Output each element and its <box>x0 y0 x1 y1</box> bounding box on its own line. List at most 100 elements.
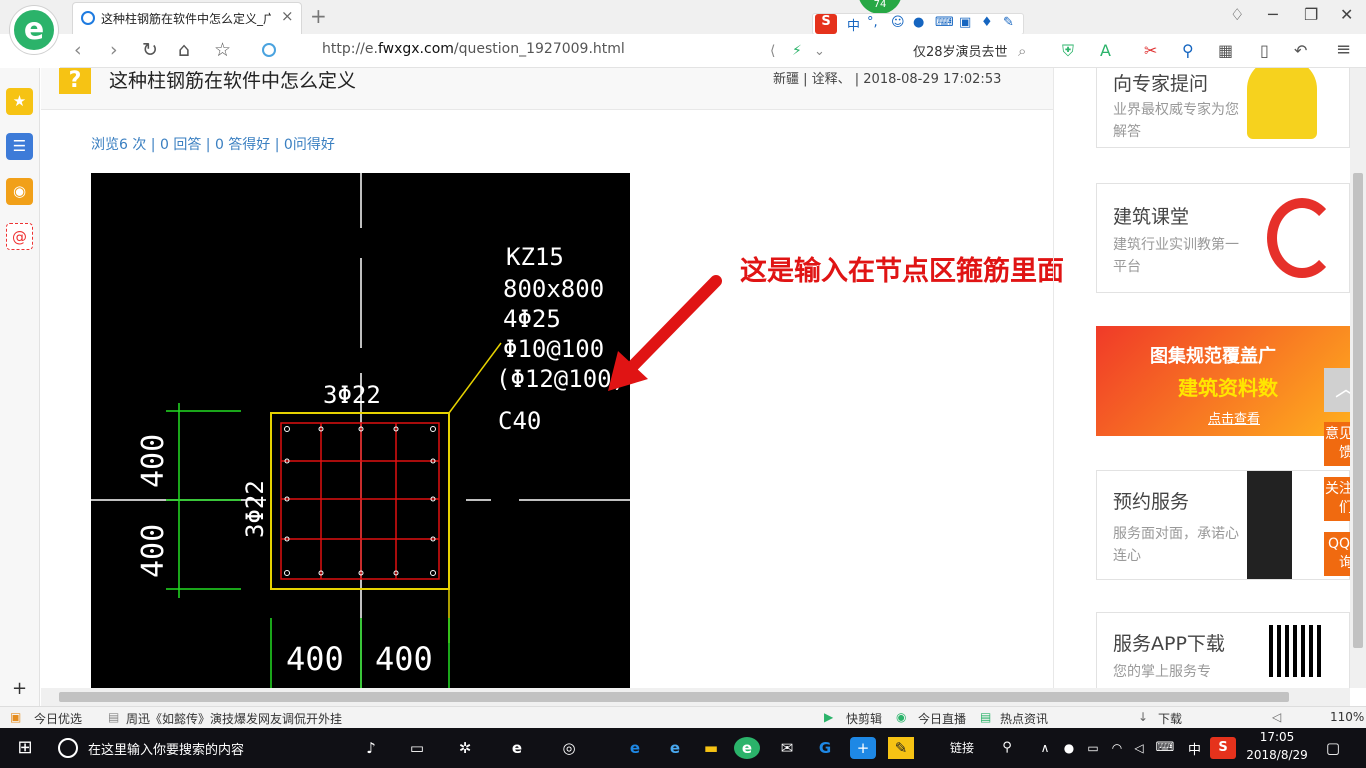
translate-icon[interactable]: A <box>1100 41 1111 60</box>
status-today-picks[interactable]: 今日优选 <box>34 710 82 727</box>
edge-icon[interactable]: e <box>504 737 530 759</box>
toolbox-icon[interactable]: ▣ <box>959 15 971 30</box>
tray-chevron-icon[interactable]: ∧ <box>1032 737 1058 759</box>
card-course[interactable]: 建筑课堂 建筑行业实训教第一平台 <box>1096 183 1350 293</box>
action-center-icon[interactable]: ▢ <box>1320 737 1346 759</box>
explorer-icon[interactable]: ▬ <box>698 737 724 759</box>
bookmark-star-icon[interactable]: ☆ <box>214 39 231 61</box>
news-icon[interactable]: ☰ <box>6 133 33 160</box>
menu-icon[interactable]: ≡ <box>1336 39 1351 60</box>
taskbar-time[interactable]: 17:05 <box>1250 730 1304 744</box>
ime-mode-label[interactable]: 中 <box>847 15 860 34</box>
vertical-scrollbar[interactable] <box>1350 68 1366 688</box>
weibo-icon[interactable]: ◉ <box>6 178 33 205</box>
close-window-icon[interactable]: ✕ <box>1340 5 1353 24</box>
card-title: 向专家提问 <box>1113 73 1209 95</box>
emoji-icon[interactable]: ☺ <box>891 15 905 30</box>
dropdown-chevron-icon[interactable]: ⌄ <box>814 44 825 59</box>
taskbar-search[interactable]: 在这里输入你要搜索的内容 <box>88 739 244 758</box>
cad-drawing-image: KZ15 800x800 4Φ25 Φ10@100 (Φ12@100) C40 … <box>91 173 630 688</box>
new-tab-button[interactable]: + <box>310 4 327 28</box>
mail-icon[interactable]: @ <box>6 223 33 250</box>
card-ask-expert[interactable]: 向专家提问 业界最权威专家为您解答 <box>1096 68 1350 148</box>
card-appointment[interactable]: 预约服务 服务面对面，承诺心连心 <box>1096 470 1350 580</box>
mail-app-icon[interactable]: ✉ <box>774 737 800 759</box>
speed-icon[interactable]: ⚡ <box>792 43 802 59</box>
device-icon[interactable]: ▯ <box>1260 41 1269 60</box>
browser-logo-icon[interactable]: e <box>10 6 58 54</box>
tray-volume-icon[interactable]: ◁ <box>1126 737 1152 759</box>
ime-punct-label[interactable]: °, <box>867 15 878 30</box>
cortana-icon[interactable] <box>58 738 78 758</box>
volume-icon[interactable]: ◁ <box>1272 710 1281 724</box>
sogou-icon[interactable]: S <box>815 14 837 34</box>
promo-banner[interactable]: 图集规范覆盖广 建筑资料数 点击查看 <box>1096 326 1350 436</box>
vertical-scroll-thumb[interactable] <box>1353 173 1363 648</box>
banner-button[interactable]: 点击查看 <box>1208 408 1260 427</box>
find-icon[interactable]: ⚲ <box>1182 41 1194 60</box>
taskbar-date[interactable]: 2018/8/29 <box>1246 748 1308 762</box>
keyboard-icon[interactable]: ⌨ <box>935 15 954 30</box>
browser-tab[interactable]: 这种柱钢筋在软件中怎么定义_广 × <box>72 2 302 34</box>
tray-battery-icon[interactable]: ▭ <box>1080 737 1106 759</box>
taskbar-links[interactable]: 链接 <box>950 739 974 756</box>
skin-icon[interactable]: ♦ <box>981 15 993 30</box>
search-box[interactable]: 仅28岁演员去世 <box>913 41 1008 60</box>
notes-app-icon[interactable]: ✎ <box>888 737 914 759</box>
wrench-icon[interactable]: ✎ <box>1003 15 1014 30</box>
people-icon[interactable]: ⚲ <box>994 737 1020 759</box>
status-news-headline[interactable]: 周迅《如懿传》演技爆发网友调侃开外挂 <box>126 710 342 727</box>
card-app-download[interactable]: 服务APP下载 您的掌上服务专 <box>1096 612 1350 688</box>
mic-icon[interactable]: ● <box>913 15 924 30</box>
shield-icon[interactable]: ⛨ <box>1062 41 1074 61</box>
cad-dim-h-right: 400 <box>375 640 433 678</box>
status-live[interactable]: 今日直播 <box>918 710 966 727</box>
g-app-icon[interactable]: G <box>812 737 838 759</box>
tab-close-icon[interactable]: × <box>281 7 294 25</box>
fan-app-icon[interactable]: ✲ <box>452 737 478 759</box>
back-icon[interactable]: ‹ <box>74 39 82 61</box>
plus-app-icon[interactable]: + <box>850 737 876 759</box>
home-icon[interactable]: ⌂ <box>178 39 190 61</box>
restore-icon[interactable]: ❐ <box>1304 5 1318 24</box>
status-quick-clip[interactable]: 快剪辑 <box>846 710 882 727</box>
edge-blue-icon[interactable]: e <box>622 737 648 759</box>
search-icon[interactable]: ⌕ <box>1018 42 1026 60</box>
address-input[interactable]: http://e.fwxgx.com/question_1927009.html <box>322 41 625 57</box>
cad-label-size: 800x800 <box>503 275 604 303</box>
question-mark-icon: ? <box>59 68 91 94</box>
browser-taskbar-icon[interactable]: e <box>734 737 760 759</box>
shirt-icon[interactable]: ♢ <box>1230 5 1244 24</box>
question-stats[interactable]: 浏览6 次 | 0 回答 | 0 答得好 | 0问得好 <box>91 134 335 154</box>
swirl-app-icon[interactable]: ◎ <box>556 737 582 759</box>
horizontal-scrollbar[interactable] <box>41 688 1350 706</box>
sidebar-add-button[interactable]: + <box>12 678 27 699</box>
clip-icon: ▶ <box>824 710 834 724</box>
tray-bell-icon[interactable]: ● <box>1056 737 1082 759</box>
apps-icon[interactable]: ▦ <box>1218 41 1233 60</box>
ime-toolbar[interactable]: S 中 °, ☺ ● ⌨ ▣ ♦ ✎ <box>812 13 1024 35</box>
microphone-icon[interactable]: ♪ <box>358 737 384 759</box>
windows-taskbar: ⊞ 在这里输入你要搜索的内容 ♪ ▭ ✲ e ◎ e e ▬ e ✉ G + ✎… <box>0 728 1366 768</box>
undo-icon[interactable]: ↶ <box>1294 41 1307 60</box>
status-download[interactable]: 下载 <box>1158 710 1182 727</box>
horizontal-scroll-thumb[interactable] <box>59 692 1289 702</box>
status-hot-news[interactable]: 热点资讯 <box>1000 710 1048 727</box>
windows-start-icon[interactable]: ⊞ <box>12 737 38 759</box>
url-domain: fwxgx.com <box>377 41 454 57</box>
cad-dim-v-top: 400 <box>136 434 171 488</box>
ie-icon[interactable]: e <box>662 737 688 759</box>
favorites-icon[interactable]: ★ <box>6 88 33 115</box>
minimize-icon[interactable]: ─ <box>1268 5 1278 24</box>
refresh-icon[interactable]: ↻ <box>142 39 158 61</box>
tray-ime[interactable]: 中 <box>1188 739 1201 758</box>
share-icon[interactable]: ⟨ <box>770 43 775 59</box>
download-icon[interactable]: ↓ <box>1138 710 1148 724</box>
status-zoom[interactable]: 110% <box>1330 710 1364 724</box>
tray-sogou-icon[interactable]: S <box>1210 737 1236 759</box>
scissors-icon[interactable]: ✂ <box>1144 41 1157 60</box>
notification-badge[interactable]: 74 <box>858 0 902 14</box>
task-view-icon[interactable]: ▭ <box>404 737 430 759</box>
forward-icon[interactable]: › <box>110 39 118 61</box>
tray-keyboard-icon[interactable]: ⌨ <box>1152 737 1178 759</box>
